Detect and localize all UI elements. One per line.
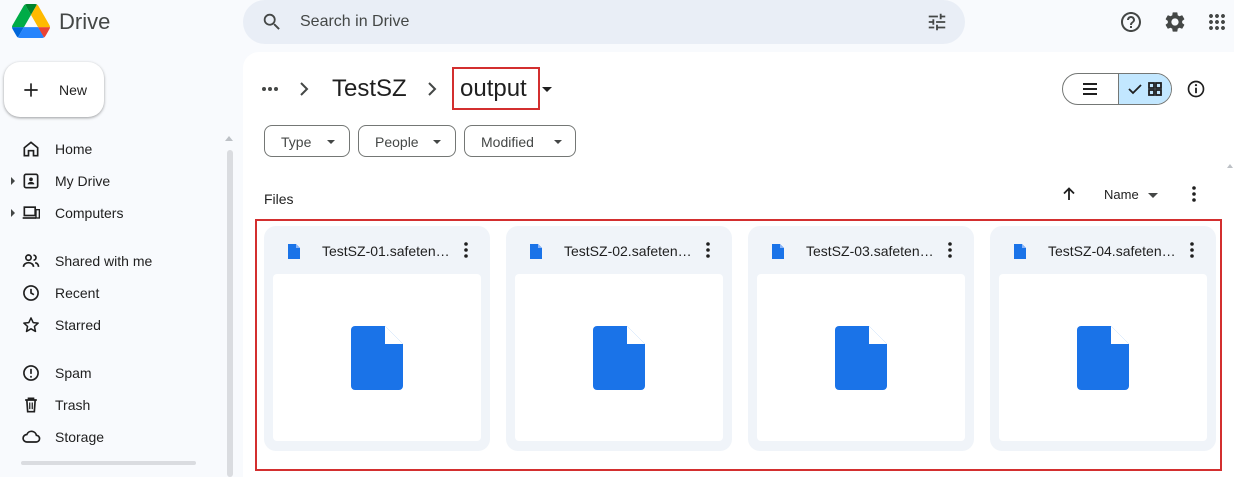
sidebar-item-my-drive[interactable]: My Drive xyxy=(0,166,220,196)
sidebar-item-spam[interactable]: Spam xyxy=(0,358,220,388)
dropdown-arrow-icon xyxy=(554,140,562,144)
file-doc-icon xyxy=(351,326,403,390)
more-vertical-icon[interactable] xyxy=(943,241,957,259)
files-section-label: Files xyxy=(264,191,294,207)
file-card[interactable]: TestSZ-01.safetensors xyxy=(264,226,490,451)
sidebar-item-recent[interactable]: Recent xyxy=(0,278,220,308)
spam-alert-icon xyxy=(23,365,39,381)
sidebar-item-shared-with-me[interactable]: Shared with me xyxy=(0,246,220,276)
grid-view-button[interactable] xyxy=(1118,74,1171,104)
dropdown-arrow-icon xyxy=(327,140,335,144)
sidebar-item-starred[interactable]: Starred xyxy=(0,310,220,340)
sort-dropdown-icon[interactable] xyxy=(1148,193,1158,198)
file-name[interactable]: TestSZ-04.safetensors xyxy=(1048,243,1176,259)
sidebar-item-trash[interactable]: Trash xyxy=(0,390,220,420)
star-icon xyxy=(23,317,39,333)
list-view-button[interactable] xyxy=(1063,74,1118,104)
breadcrumb-current-label: output xyxy=(460,75,527,102)
scroll-up-arrow-icon[interactable] xyxy=(225,136,233,141)
chip-label: Type xyxy=(281,134,312,150)
sidebar-item-label: Trash xyxy=(55,397,91,413)
expand-caret-icon[interactable] xyxy=(11,209,15,217)
file-name[interactable]: TestSZ-02.safetensors xyxy=(564,243,692,259)
file-name[interactable]: TestSZ-01.safetensors xyxy=(322,243,450,259)
sidebar-scrollbar[interactable] xyxy=(227,150,233,477)
app-name[interactable]: Drive xyxy=(59,9,110,35)
file-doc-icon xyxy=(1014,244,1026,259)
file-name[interactable]: TestSZ-03.safetensors xyxy=(806,243,934,259)
filter-chip-people[interactable]: People xyxy=(358,125,456,157)
dropdown-arrow-icon xyxy=(433,140,441,144)
grid-icon xyxy=(1148,82,1162,96)
sidebar-item-label: Starred xyxy=(55,317,101,333)
chip-label: Modified xyxy=(481,134,534,150)
file-doc-icon xyxy=(593,326,645,390)
more-horizontal-icon[interactable] xyxy=(261,86,279,92)
sort-by-name-button[interactable]: Name xyxy=(1104,187,1139,202)
more-vertical-icon[interactable] xyxy=(701,241,715,259)
sidebar-item-storage[interactable]: Storage xyxy=(0,422,220,452)
file-card[interactable]: TestSZ-04.safetensors xyxy=(990,226,1216,451)
file-doc-icon xyxy=(772,244,784,259)
sidebar-item-label: My Drive xyxy=(55,173,111,189)
breadcrumb-current-folder[interactable]: output xyxy=(452,67,540,110)
file-doc-icon xyxy=(530,244,542,259)
drive-logo-icon[interactable] xyxy=(12,4,50,38)
filter-chip-type[interactable]: Type xyxy=(264,125,350,157)
computer-icon xyxy=(22,206,41,219)
sidebar-item-home[interactable]: Home xyxy=(0,134,220,164)
chevron-right-icon xyxy=(428,82,437,96)
plus-icon xyxy=(24,82,38,97)
filter-chip-modified[interactable]: Modified xyxy=(464,125,576,157)
info-icon[interactable] xyxy=(1186,79,1206,99)
trash-icon xyxy=(25,397,37,413)
view-toggle[interactable] xyxy=(1062,73,1172,105)
folder-menu-dropdown-icon[interactable] xyxy=(542,87,552,92)
new-button[interactable]: New xyxy=(4,62,104,117)
more-vertical-icon[interactable] xyxy=(1185,241,1199,259)
file-doc-icon xyxy=(835,326,887,390)
help-icon[interactable] xyxy=(1119,10,1143,34)
search-bar[interactable]: Search in Drive xyxy=(243,0,965,44)
sidebar-item-computers[interactable]: Computers xyxy=(0,198,220,228)
file-card[interactable]: TestSZ-03.safetensors xyxy=(748,226,974,451)
storage-usage-bar xyxy=(21,461,196,465)
file-thumbnail[interactable] xyxy=(515,274,723,441)
search-icon[interactable] xyxy=(261,11,283,33)
new-button-label: New xyxy=(59,81,88,98)
file-doc-icon xyxy=(1077,326,1129,390)
sidebar-item-label: Storage xyxy=(55,429,105,445)
search-options-icon[interactable] xyxy=(926,11,948,33)
my-drive-icon xyxy=(23,173,39,189)
people-icon xyxy=(22,254,40,267)
file-thumbnail[interactable] xyxy=(999,274,1207,441)
sidebar-item-label: Spam xyxy=(55,365,92,381)
scroll-up-arrow-icon[interactable] xyxy=(1227,164,1233,168)
sidebar-item-label: Shared with me xyxy=(55,253,153,269)
clock-icon xyxy=(23,285,39,301)
more-vertical-icon[interactable] xyxy=(1185,185,1203,203)
chevron-right-icon xyxy=(300,82,309,96)
expand-caret-icon[interactable] xyxy=(11,177,15,185)
arrow-up-icon[interactable] xyxy=(1061,186,1077,202)
settings-gear-icon[interactable] xyxy=(1163,10,1187,34)
sidebar-item-label: Recent xyxy=(55,285,100,301)
sidebar-item-label: Home xyxy=(55,141,93,157)
breadcrumb-parent[interactable]: TestSZ xyxy=(332,75,407,103)
more-vertical-icon[interactable] xyxy=(459,241,473,259)
file-doc-icon xyxy=(288,244,300,259)
search-input[interactable]: Search in Drive xyxy=(300,13,409,31)
list-icon xyxy=(1083,83,1097,95)
sidebar-item-label: Computers xyxy=(55,205,124,221)
cloud-icon xyxy=(22,430,41,443)
file-card[interactable]: TestSZ-02.safetensors xyxy=(506,226,732,451)
home-icon xyxy=(23,141,39,157)
apps-grid-icon[interactable] xyxy=(1205,10,1229,34)
file-thumbnail[interactable] xyxy=(273,274,481,441)
file-thumbnail[interactable] xyxy=(757,274,965,441)
chip-label: People xyxy=(375,134,419,150)
check-icon xyxy=(1128,84,1142,95)
